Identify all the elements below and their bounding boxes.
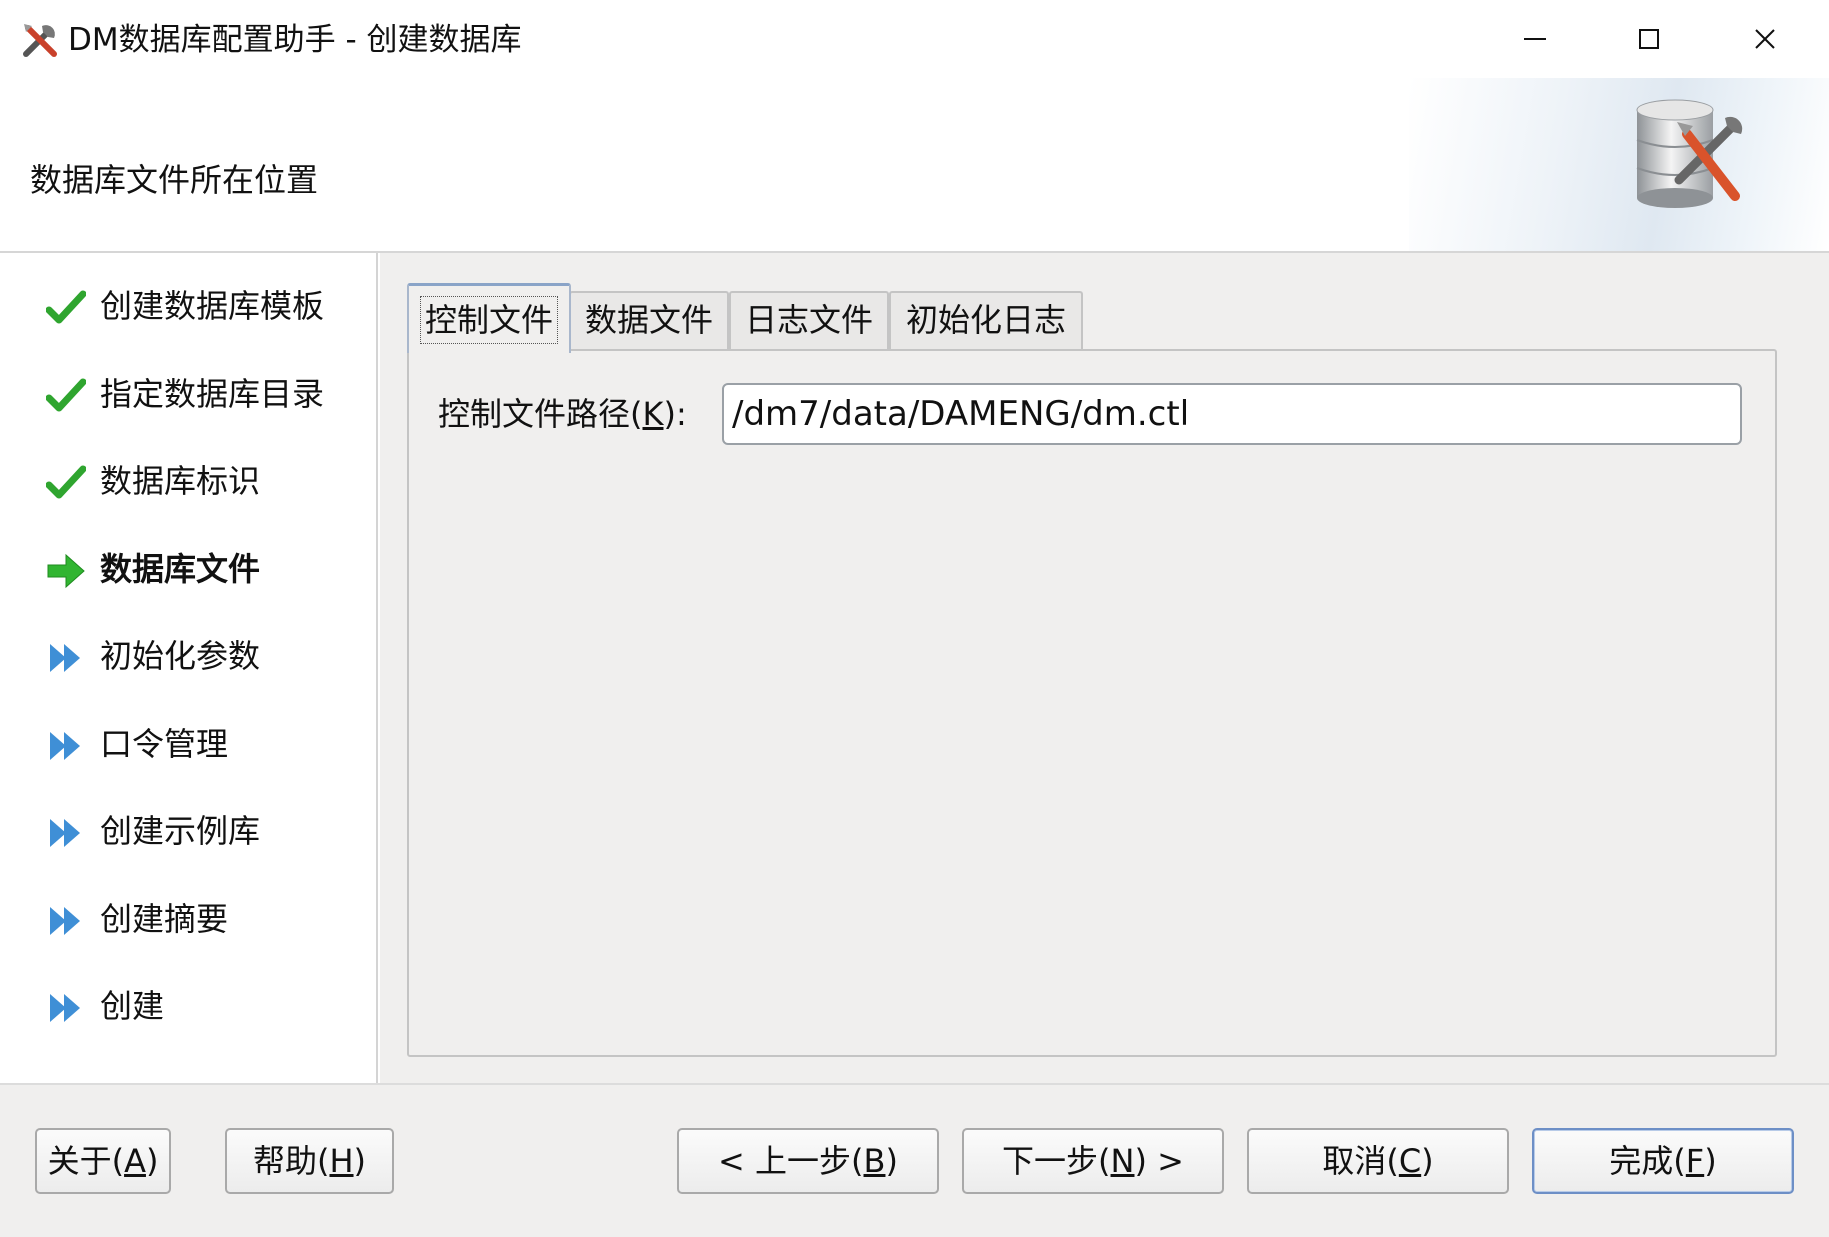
tab-label: 初始化日志 [905, 301, 1066, 339]
close-button[interactable] [1710, 10, 1820, 68]
control-file-path-label: 控制文件路径(K): [438, 395, 687, 433]
tab-label: 日志文件 [744, 301, 873, 339]
maximize-icon [1639, 29, 1659, 49]
next-button[interactable]: 下一步(N) > [962, 1128, 1224, 1194]
minimize-button[interactable] [1480, 10, 1590, 68]
page-title: 数据库文件所在位置 [30, 161, 319, 199]
maximize-button[interactable] [1594, 10, 1704, 68]
wizard-header: 数据库文件所在位置 [0, 78, 1829, 252]
header-banner-art [1409, 78, 1829, 252]
step-label: 指定数据库目录 [100, 375, 325, 413]
double-arrow-icon [50, 994, 80, 1022]
check-icon [46, 290, 86, 324]
step-label: 数据库标识 [100, 462, 261, 500]
tab-control-file[interactable]: 控制文件 [407, 283, 571, 353]
double-arrow-icon [50, 819, 80, 847]
tab-panel-control-file [407, 349, 1777, 1057]
double-arrow-icon [50, 732, 80, 760]
step-label: 初始化参数 [100, 637, 261, 675]
database-tools-icon [1636, 99, 1743, 208]
app-tools-icon [23, 24, 57, 57]
cancel-button[interactable]: 取消(C) [1247, 1128, 1509, 1194]
back-button[interactable]: < 上一步(B) [677, 1128, 939, 1194]
window-title: DM数据库配置助手 - 创建数据库 [68, 22, 522, 58]
finish-button[interactable]: 完成(F) [1532, 1128, 1794, 1194]
about-button[interactable]: 关于(A) [35, 1128, 171, 1194]
close-icon [1755, 29, 1775, 49]
step-label: 口令管理 [100, 725, 229, 763]
tab-label: 控制文件 [419, 296, 558, 344]
step-label: 创建摘要 [100, 900, 229, 938]
step-label: 创建数据库模板 [100, 287, 325, 325]
tab-label: 数据文件 [584, 301, 713, 339]
double-arrow-icon [50, 644, 80, 672]
control-file-path-input[interactable]: /dm7/data/DAMENG/dm.ctl [722, 383, 1742, 445]
check-icon [46, 378, 86, 412]
minimize-icon [1524, 38, 1546, 40]
tab-data-files[interactable]: 数据文件 [569, 291, 729, 349]
step-label: 创建示例库 [100, 812, 261, 850]
arrow-right-icon [47, 553, 85, 589]
help-button[interactable]: 帮助(H) [225, 1128, 394, 1194]
check-icon [46, 465, 86, 499]
tab-log-files[interactable]: 日志文件 [729, 291, 889, 349]
title-bar: DM数据库配置助手 - 创建数据库 [0, 0, 1829, 78]
tab-init-log[interactable]: 初始化日志 [889, 291, 1083, 349]
step-label: 数据库文件 [100, 550, 261, 588]
step-label: 创建 [100, 987, 165, 1025]
double-arrow-icon [50, 907, 80, 935]
